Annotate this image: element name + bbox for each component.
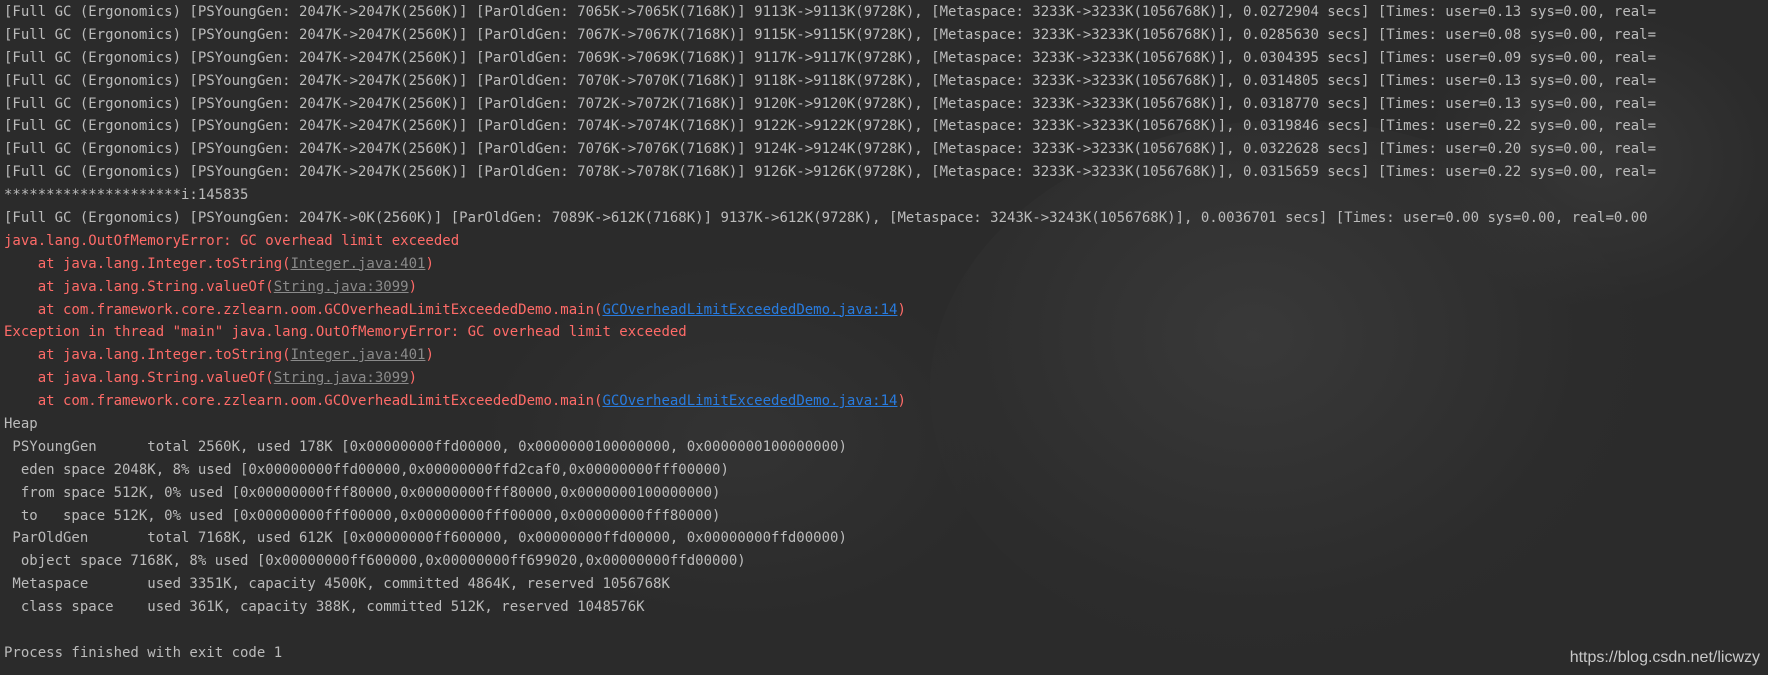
stack-frame: at java.lang.String.valueOf(String.java:…	[4, 367, 1768, 390]
heap-header: Heap	[4, 416, 38, 433]
gc-log-line: [Full GC (Ergonomics) [PSYoungGen: 2047K…	[4, 164, 1657, 181]
gc-log-line: [Full GC (Ergonomics) [PSYoungGen: 2047K…	[4, 95, 1657, 112]
gc-log-line: [Full GC (Ergonomics) [PSYoungGen: 2047K…	[4, 26, 1657, 43]
stack-frame: at java.lang.Integer.toString(Integer.ja…	[4, 344, 1768, 367]
source-link[interactable]: Integer.java:401	[291, 256, 426, 272]
heap-line: from space 512K, 0% used [0x00000000fff8…	[4, 484, 721, 501]
gc-log-line: [Full GC (Ergonomics) [PSYoungGen: 2047K…	[4, 118, 1657, 135]
stack-frame-text: )	[408, 278, 418, 295]
heap-line: object space 7168K, 8% used [0x00000000f…	[4, 553, 746, 570]
watermark: https://blog.csdn.net/licwzy	[1569, 649, 1760, 666]
source-link[interactable]: String.java:3099	[274, 370, 409, 386]
heap-line: to space 512K, 0% used [0x00000000fff000…	[4, 507, 721, 524]
stack-frame-text: at java.lang.String.valueOf(	[4, 370, 274, 387]
stack-frame-text: at java.lang.String.valueOf(	[4, 278, 274, 295]
stack-frame-text: )	[897, 301, 906, 318]
stack-frame-text: )	[425, 347, 434, 364]
heap-line: ParOldGen total 7168K, used 612K [0x0000…	[4, 530, 847, 547]
stack-frame: at java.lang.Integer.toString(Integer.ja…	[4, 253, 1768, 276]
stack-frame-text: at com.framework.core.zzlearn.oom.GCOver…	[4, 393, 603, 410]
stack-frame: at com.framework.core.zzlearn.oom.GCOver…	[4, 299, 1768, 322]
heap-line: eden space 2048K, 8% used [0x00000000ffd…	[4, 461, 729, 478]
exception-message: Exception in thread "main" java.lang.Out…	[4, 324, 687, 341]
heap-line: PSYoungGen total 2560K, used 178K [0x000…	[4, 438, 847, 455]
source-link[interactable]: Integer.java:401	[291, 347, 426, 363]
source-link[interactable]: GCOverheadLimitExceededDemo.java:14	[602, 302, 897, 318]
heap-line: class space used 361K, capacity 388K, co…	[4, 599, 645, 616]
gc-log-line: [Full GC (Ergonomics) [PSYoungGen: 2047K…	[4, 141, 1657, 158]
error-message: java.lang.OutOfMemoryError: GC overhead …	[4, 232, 460, 249]
stack-frame-text: )	[408, 370, 418, 387]
counter-line: *********************i:145835	[4, 187, 249, 204]
source-link[interactable]: String.java:3099	[274, 279, 409, 295]
stack-frame: at com.framework.core.zzlearn.oom.GCOver…	[4, 390, 1768, 413]
stack-frame: at java.lang.String.valueOf(String.java:…	[4, 276, 1768, 299]
console-output[interactable]: [Full GC (Ergonomics) [PSYoungGen: 2047K…	[4, 1, 1768, 665]
gc-log-line: [Full GC (Ergonomics) [PSYoungGen: 2047K…	[4, 49, 1657, 66]
source-link[interactable]: GCOverheadLimitExceededDemo.java:14	[602, 393, 897, 409]
stack-frame-text: )	[897, 393, 906, 410]
stack-frame-text: at java.lang.Integer.toString(	[4, 255, 291, 272]
stack-frame-text: at com.framework.core.zzlearn.oom.GCOver…	[4, 301, 603, 318]
final-gc-line: [Full GC (Ergonomics) [PSYoungGen: 2047K…	[4, 210, 1648, 227]
stack-frame-text: )	[425, 255, 434, 272]
exit-message: Process finished with exit code 1	[4, 644, 283, 661]
gc-log-line: [Full GC (Ergonomics) [PSYoungGen: 2047K…	[4, 72, 1657, 89]
stack-frame-text: at java.lang.Integer.toString(	[4, 347, 291, 364]
heap-line: Metaspace used 3351K, capacity 4500K, co…	[4, 576, 670, 593]
gc-log-line: [Full GC (Ergonomics) [PSYoungGen: 2047K…	[4, 4, 1657, 20]
